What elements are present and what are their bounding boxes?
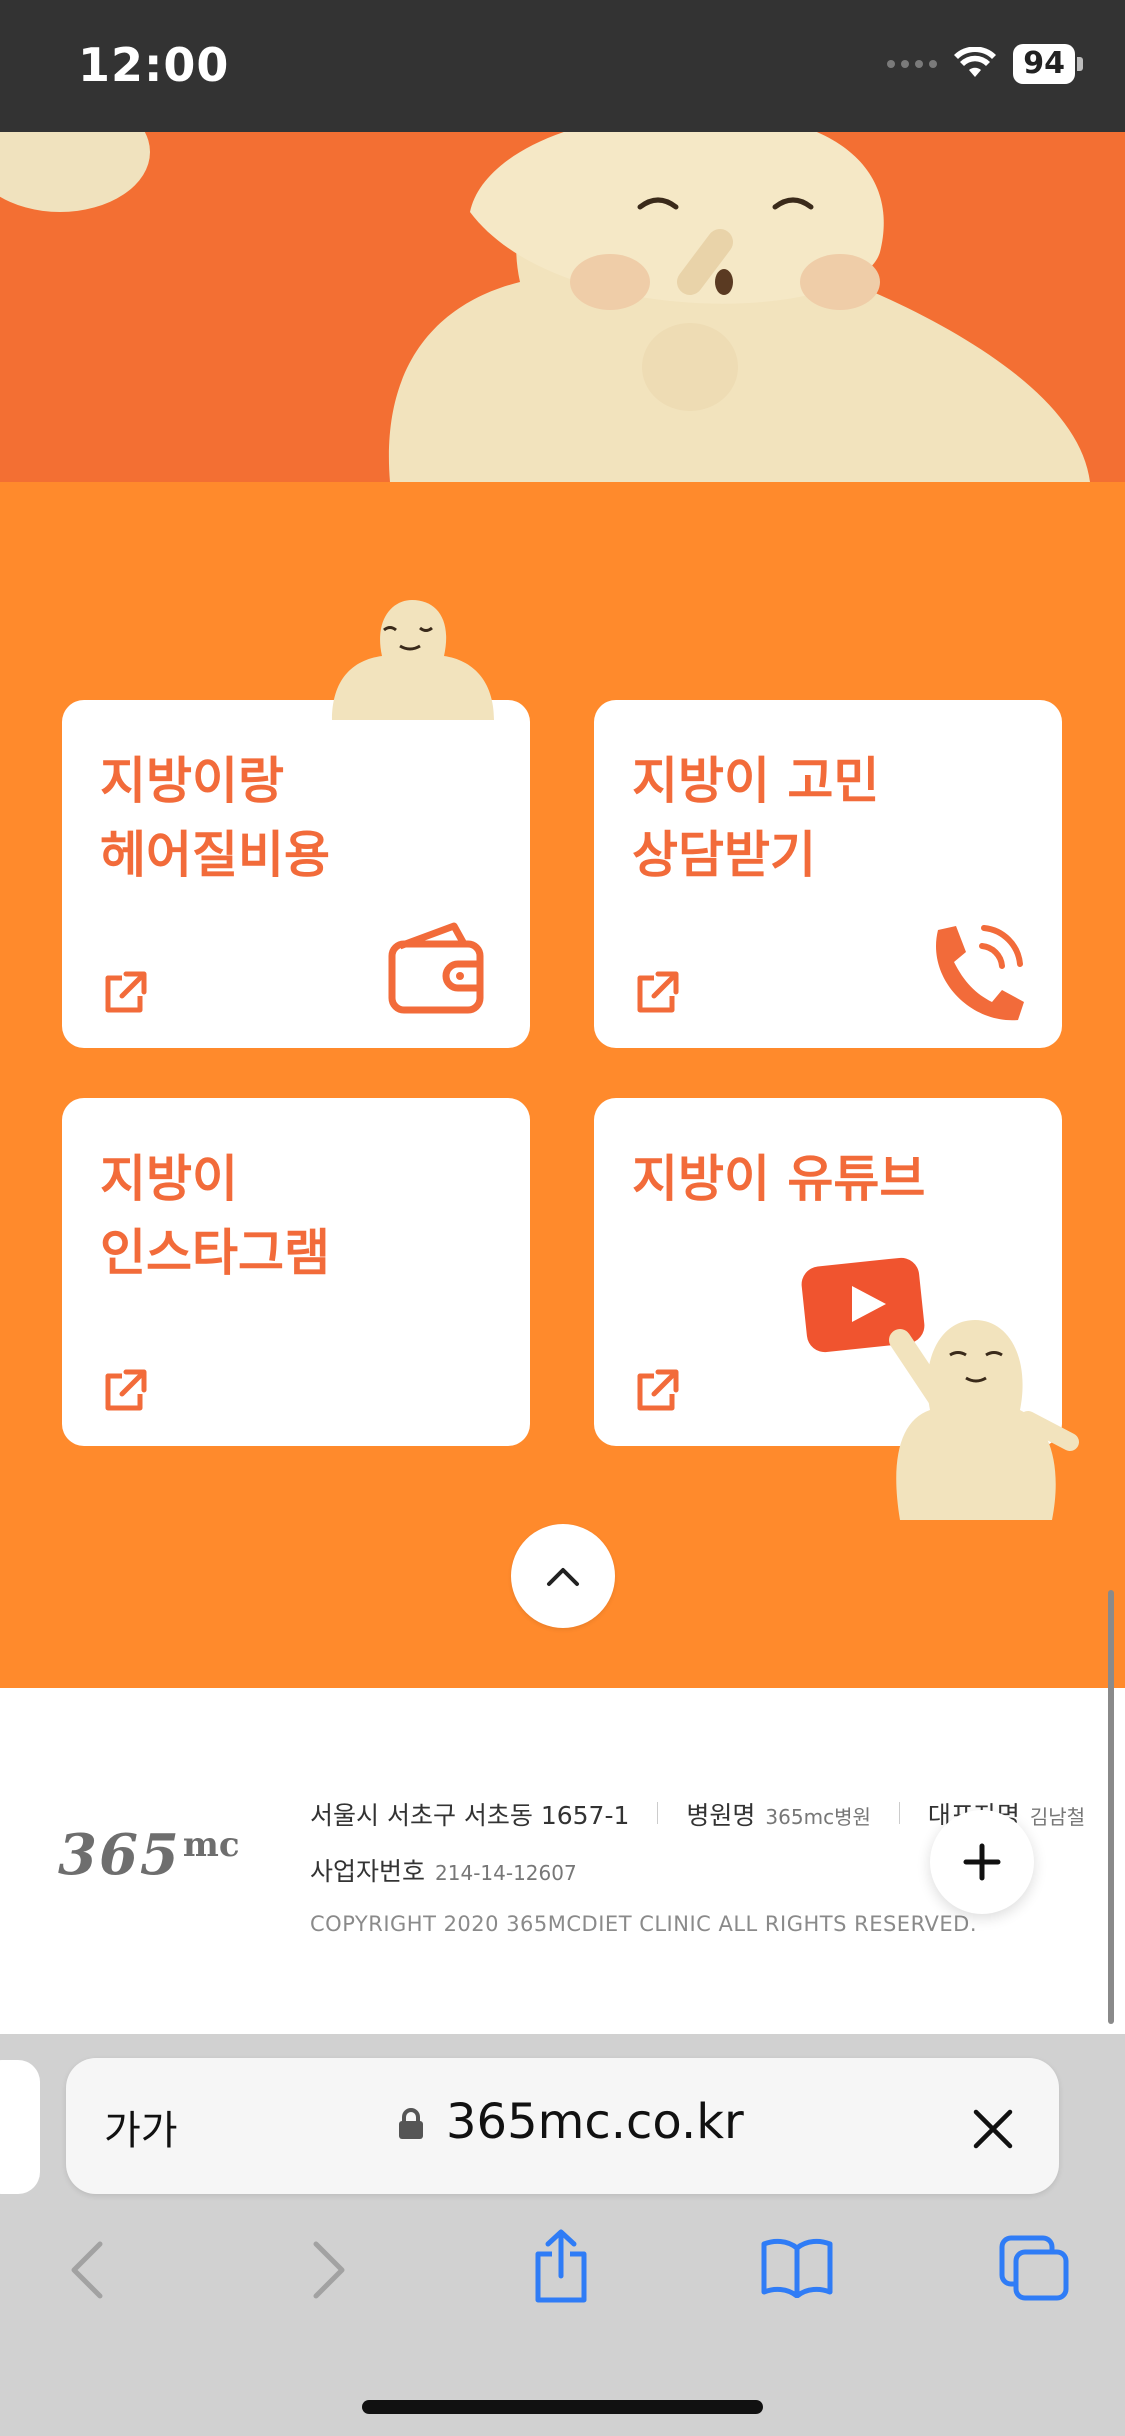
floating-plus-button[interactable]: [930, 1810, 1034, 1914]
plus-icon: [963, 1843, 1001, 1881]
footer-logo: 365mc: [58, 1822, 240, 1888]
card-title-line: 상담받기: [632, 826, 816, 884]
footer-info-line-2: 사업자번호 214-14-12607: [310, 1852, 577, 1888]
wallet-icon: [388, 922, 484, 1014]
bookmarks-icon[interactable]: [760, 2236, 834, 2298]
scroll-top-button[interactable]: [511, 1524, 615, 1628]
close-icon[interactable]: [968, 2104, 1018, 2154]
battery-indicator: 94: [1013, 44, 1075, 84]
card-title-line: 인스타그램: [100, 1224, 330, 1282]
text-size-button[interactable]: 가가: [104, 2098, 178, 2156]
status-bar: 12:00 94: [0, 0, 1125, 132]
footer-biz-value: 214-14-12607: [435, 1861, 577, 1885]
external-link-icon: [105, 1369, 147, 1411]
external-link-icon: [105, 971, 147, 1013]
home-indicator: [362, 2400, 763, 2414]
hero-banner: [0, 132, 1125, 482]
card-title-line: 지방이 고민: [632, 752, 880, 810]
wifi-icon: [954, 47, 997, 77]
page-scrollbar[interactable]: [1108, 1590, 1114, 2024]
external-link-icon: [637, 971, 679, 1013]
cellular-signal-icon: [887, 60, 938, 68]
footer-ceo-value: 김남철: [1029, 1805, 1086, 1829]
previous-tab-preview[interactable]: [0, 2060, 40, 2194]
card-title: 지방이랑 헤어질비용: [100, 744, 330, 892]
chevron-up-icon: [547, 1568, 579, 1586]
card-title: 지방이 고민 상담받기: [632, 744, 879, 892]
card-instagram[interactable]: 지방이 인스타그램: [62, 1098, 530, 1446]
status-time: 12:00: [78, 38, 230, 92]
card-consult[interactable]: 지방이 고민 상담받기: [594, 700, 1062, 1048]
footer-biz-label: 사업자번호: [310, 1857, 426, 1886]
external-link-icon: [637, 1369, 679, 1411]
footer-address: 서울시 서초구 서초동 1657-1: [310, 1801, 630, 1830]
card-title-line: 지방이랑: [100, 752, 284, 810]
mascot-illustration: [0, 132, 1090, 482]
tabs-icon[interactable]: [998, 2234, 1070, 2302]
share-icon[interactable]: [530, 2228, 592, 2304]
logo-number: 365: [58, 1822, 181, 1888]
card-title-line: 지방이: [100, 1150, 238, 1208]
card-title: 지방이 유튜브: [632, 1142, 925, 1216]
back-icon[interactable]: [66, 2240, 110, 2300]
divider: [898, 1802, 900, 1824]
footer-hospital-label: 병원명: [686, 1801, 756, 1830]
card-title-line: 지방이 유튜브: [632, 1150, 926, 1208]
card-title: 지방이 인스타그램: [100, 1142, 330, 1290]
mascot-peek-illustration: [332, 600, 494, 720]
forward-icon[interactable]: [306, 2240, 350, 2300]
lock-icon: [399, 2108, 423, 2139]
footer-hospital-value: 365mc병원: [765, 1805, 871, 1829]
phone-icon: [936, 925, 1024, 1021]
url-text[interactable]: 365mc.co.kr: [446, 2094, 744, 2150]
card-title-line: 헤어질비용: [100, 826, 330, 884]
status-icons: 94: [887, 44, 1083, 84]
divider: [657, 1802, 659, 1824]
card-fee[interactable]: 지방이랑 헤어질비용: [62, 600, 530, 1048]
footer-copyright: COPYRIGHT 2020 365MCDIET CLINIC ALL RIGH…: [310, 1912, 977, 1936]
youtube-icon: [801, 1257, 1079, 1520]
battery-nub: [1077, 57, 1083, 71]
logo-sup: mc: [182, 1825, 240, 1865]
